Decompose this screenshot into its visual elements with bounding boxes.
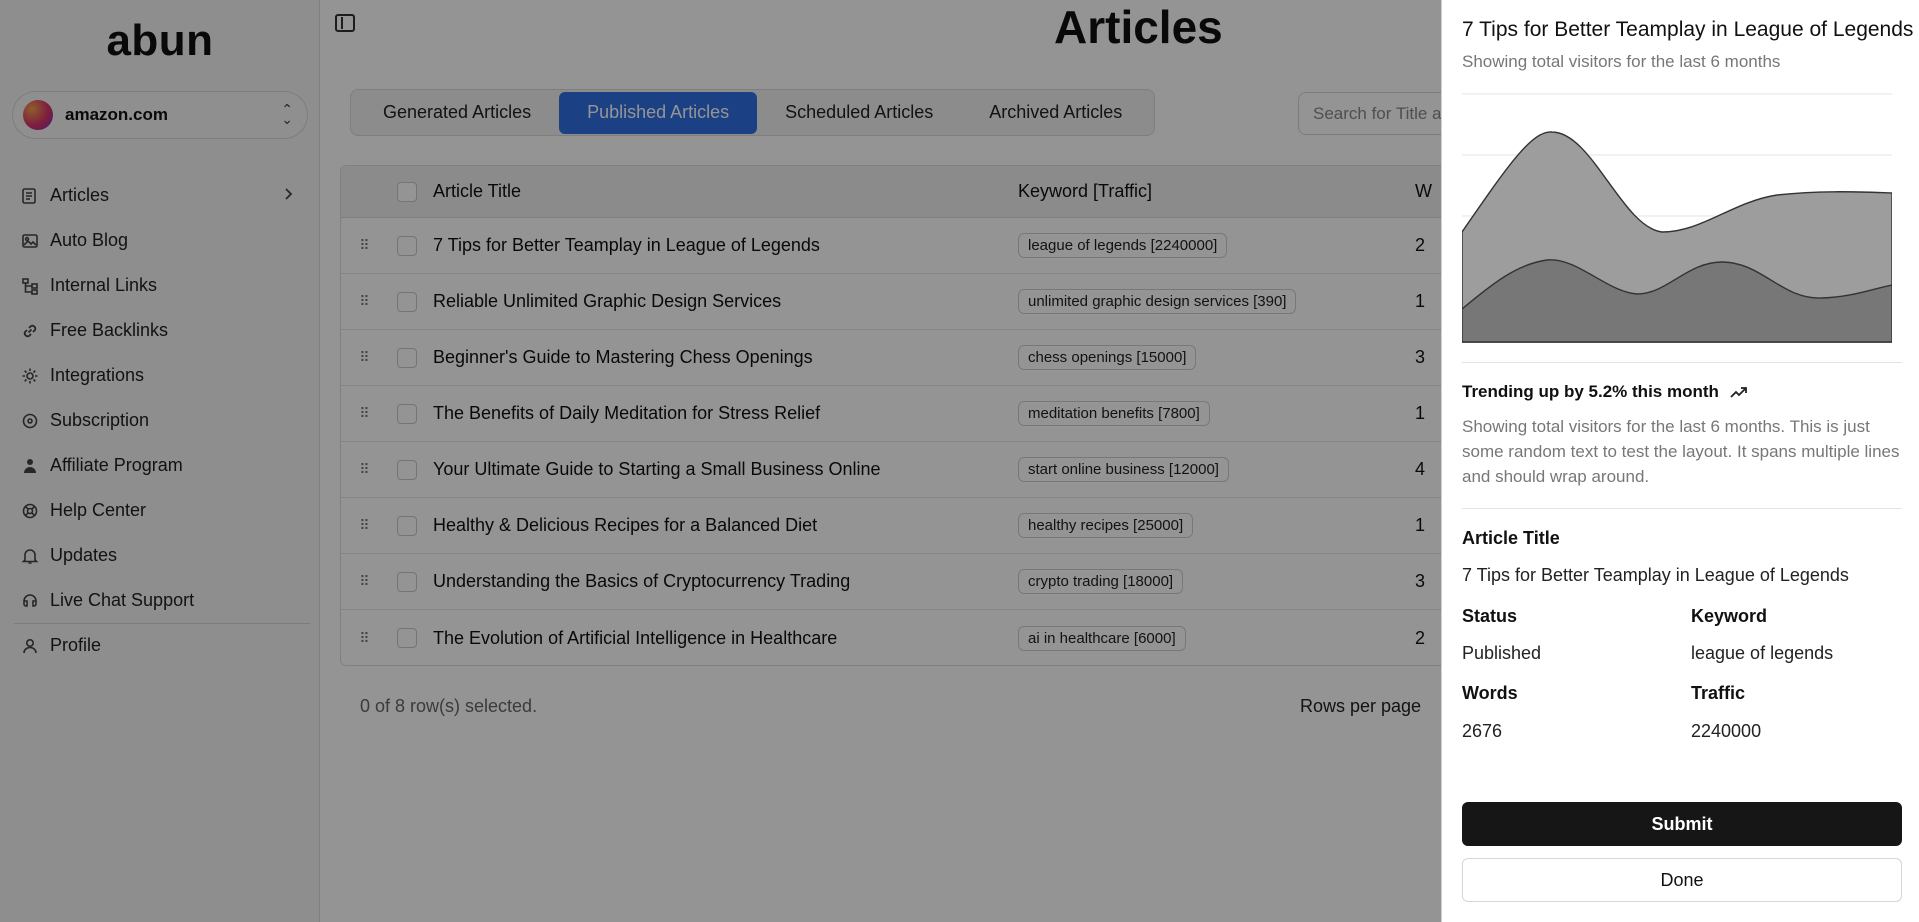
keyword-value: league of legends [1691,643,1834,663]
article-title-value: 7 Tips for Better Teamplay in League of … [1462,565,1849,585]
drawer-title: 7 Tips for Better Teamplay in League of … [1462,18,1914,41]
trending-up-icon [1729,385,1749,399]
app-root: abun amazon.com ⌃ ⌄ Articles Auto Blog I… [0,0,1919,922]
traffic-label: Traffic [1691,683,1746,703]
words-label: Words [1462,683,1518,703]
done-button[interactable]: Done [1462,858,1902,902]
article-detail-drawer: 7 Tips for Better Teamplay in League of … [1441,0,1919,922]
modal-overlay[interactable] [0,0,1441,922]
drawer-description: Showing total visitors for the last 6 mo… [1462,417,1900,486]
trend-line: Trending up by 5.2% this month [1462,382,1749,402]
status-label: Status [1462,606,1518,626]
article-title-label: Article Title [1462,528,1560,548]
keyword-label: Keyword [1691,606,1768,626]
submit-button[interactable]: Submit [1462,802,1902,846]
status-value: Published [1462,643,1542,663]
visitors-area-chart [1462,93,1892,343]
traffic-value: 2240000 [1691,721,1762,741]
divider [1462,508,1902,509]
trend-text: Trending up by 5.2% this month [1462,382,1719,401]
drawer-subtitle: Showing total visitors for the last 6 mo… [1462,52,1781,71]
words-value: 2676 [1462,721,1503,741]
divider [1462,362,1902,363]
